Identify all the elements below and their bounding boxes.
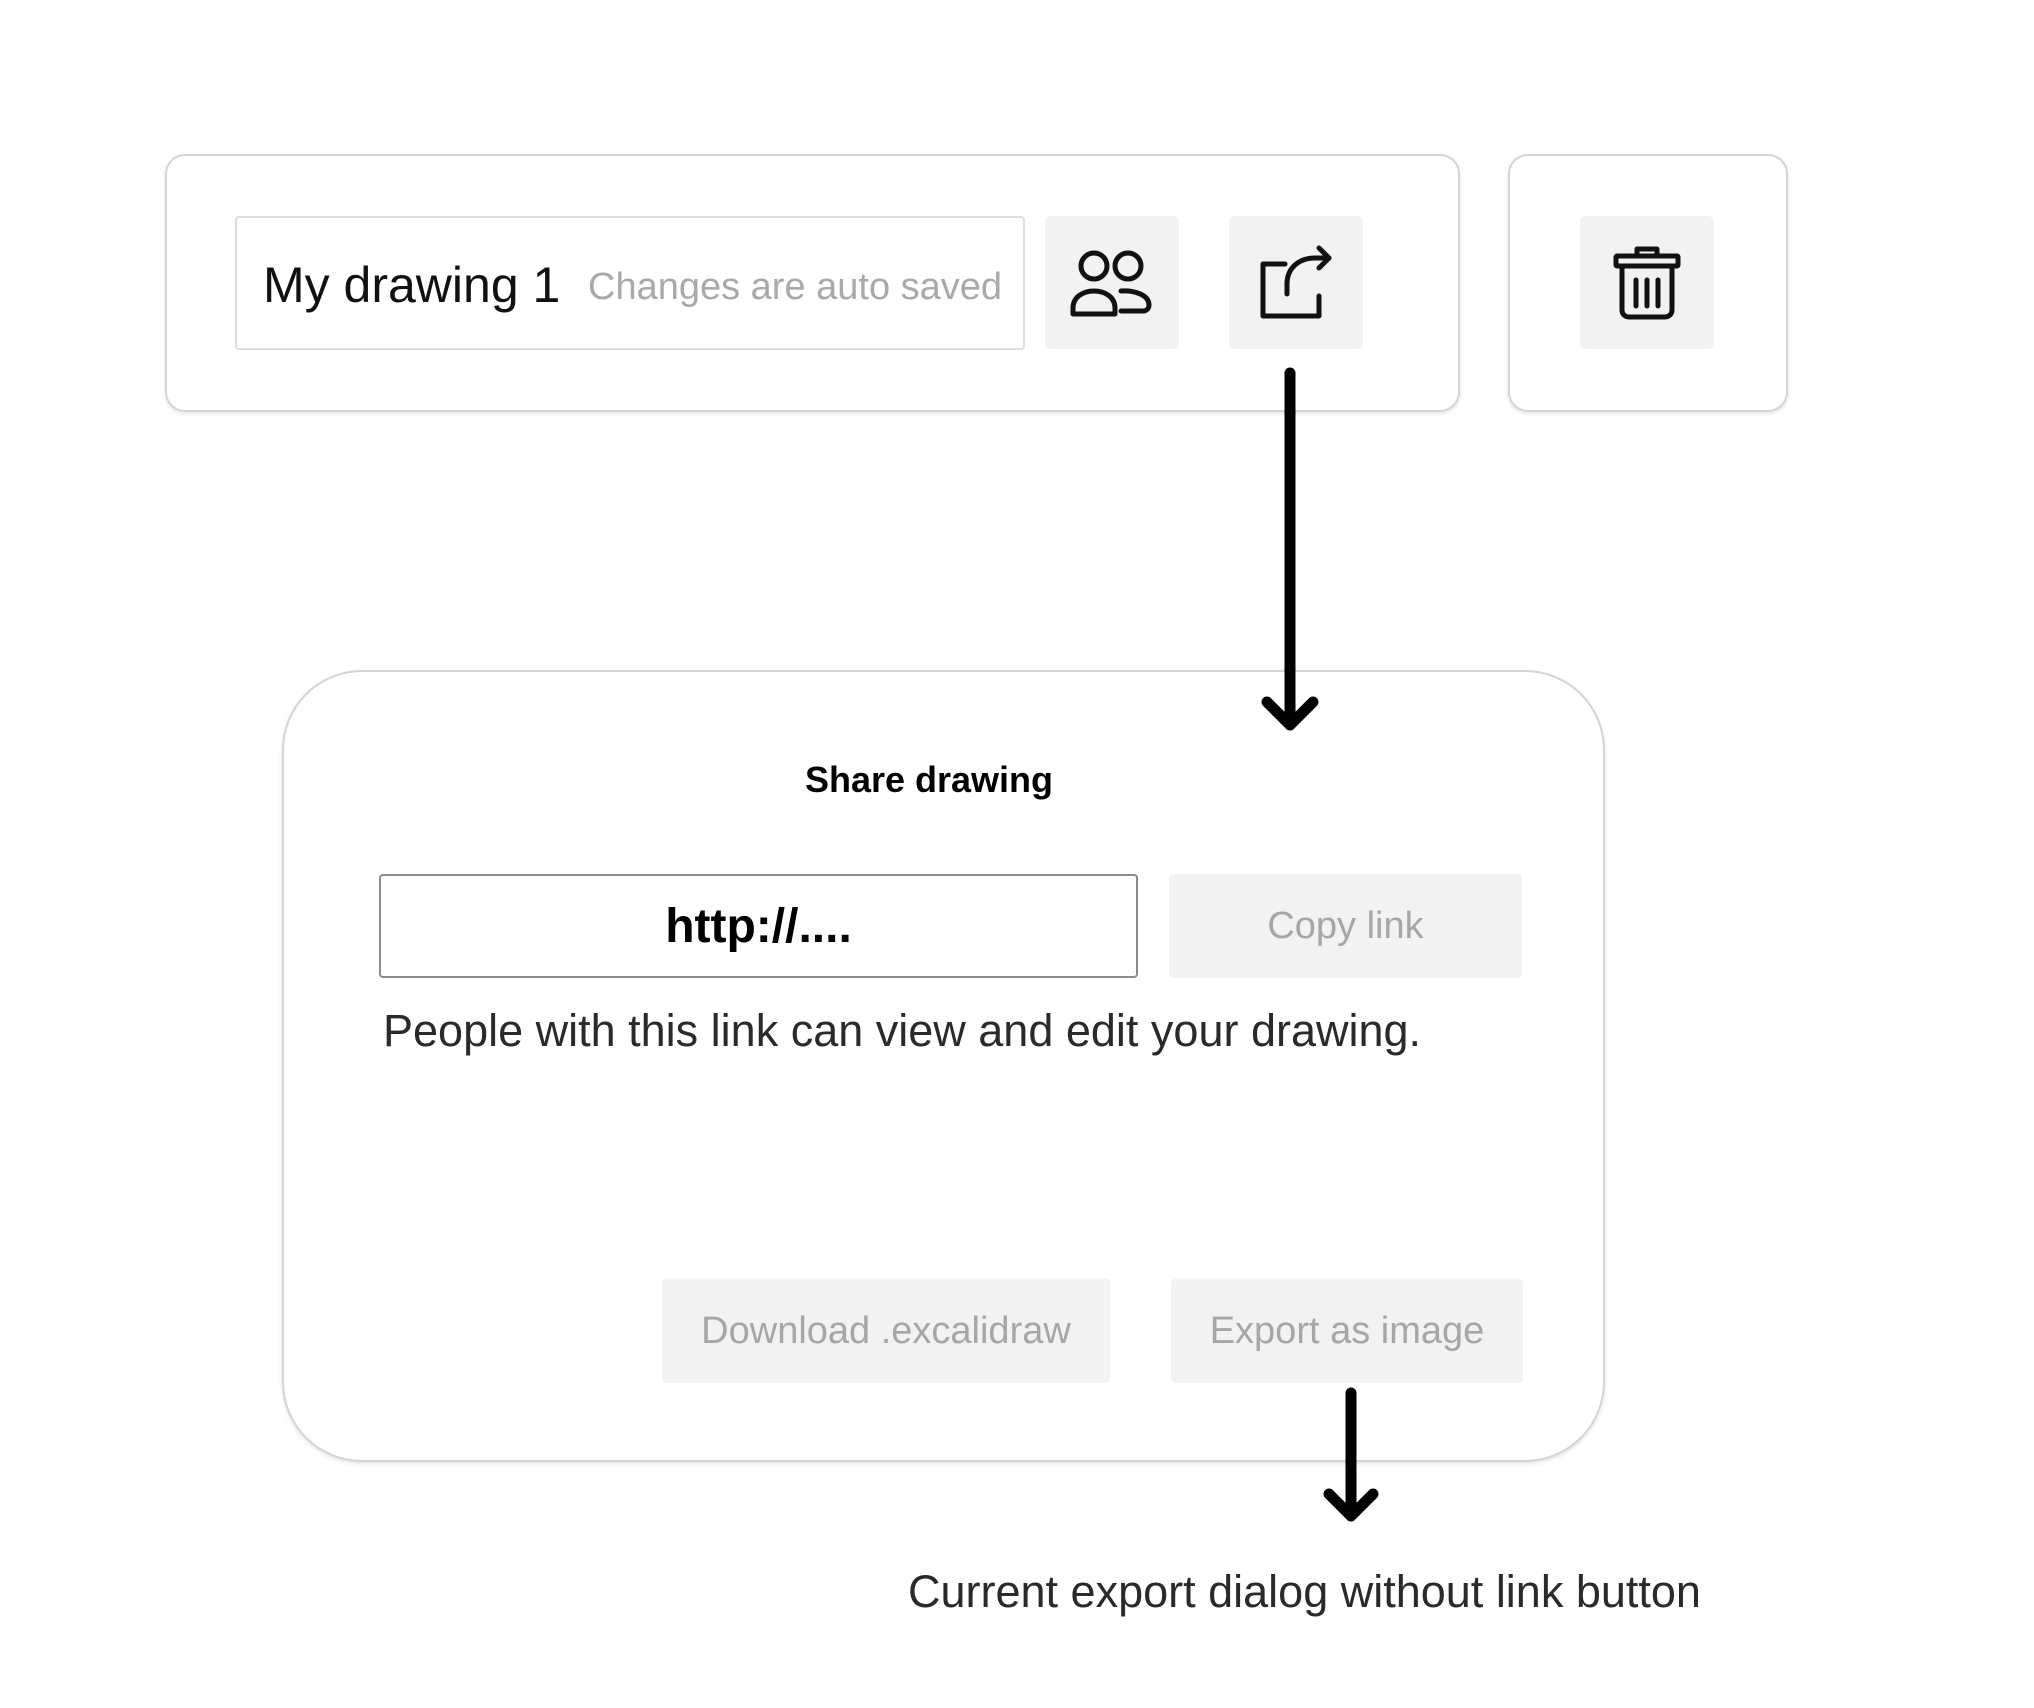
- download-excalidraw-button[interactable]: Download .excalidraw: [662, 1279, 1110, 1383]
- drawing-name: My drawing 1: [263, 257, 561, 313]
- delete-button[interactable]: [1580, 216, 1714, 349]
- autosave-hint: Changes are auto saved: [588, 266, 1003, 308]
- users-icon: [1070, 250, 1152, 316]
- drawing-title-field[interactable]: My drawing 1 Changes are auto saved: [235, 216, 1025, 350]
- copy-link-button[interactable]: Copy link: [1169, 874, 1522, 978]
- link-description: People with this link can view and edit …: [383, 1005, 1422, 1056]
- share-button[interactable]: [1229, 216, 1363, 349]
- dialog-title: Share drawing: [804, 759, 1054, 800]
- caption: Current export dialog without link butto…: [908, 1566, 1701, 1617]
- collaborate-button[interactable]: [1045, 216, 1179, 349]
- share-icon: [1260, 245, 1332, 318]
- trash-icon: [1613, 246, 1681, 319]
- export-image-button[interactable]: Export as image: [1171, 1279, 1523, 1383]
- share-link-input[interactable]: [379, 874, 1138, 978]
